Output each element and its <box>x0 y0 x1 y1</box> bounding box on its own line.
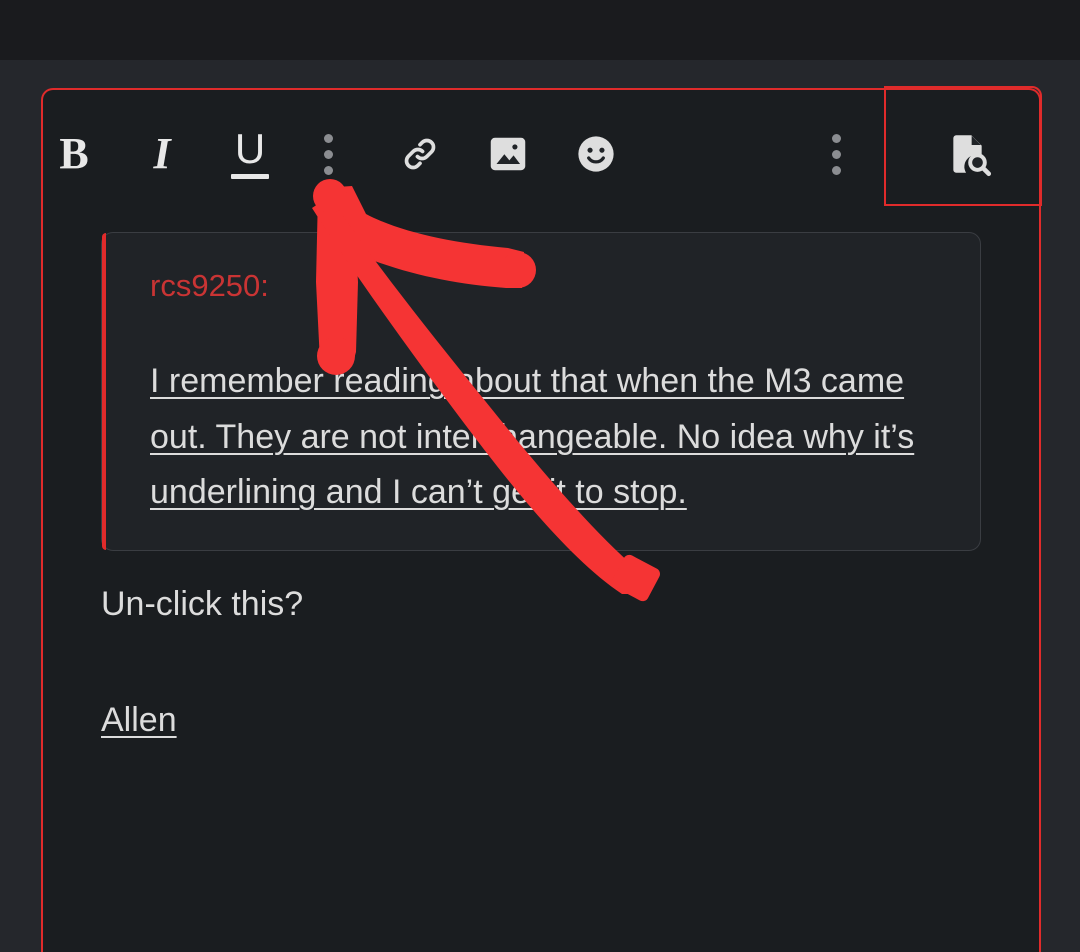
screen-root: B I U rcs9250: I remember reading about … <box>0 0 1080 952</box>
underline-button[interactable]: U <box>219 123 281 185</box>
image-icon <box>490 137 526 171</box>
paragraph-question: Un-click this? <box>101 581 979 629</box>
quote-text: I remember reading about that when the M… <box>150 362 915 511</box>
app-top-bar <box>0 0 1080 60</box>
more-vertical-icon <box>831 133 841 175</box>
paragraph-question-text: Un-click this? <box>101 585 304 624</box>
more-options-button[interactable] <box>805 123 867 185</box>
document-search-annotation-box <box>884 86 1042 206</box>
underline-bar <box>231 173 269 179</box>
signature-wrapper: Allen <box>101 697 979 745</box>
italic-icon: I <box>153 129 171 178</box>
link-icon <box>404 138 436 170</box>
bold-button[interactable]: B <box>43 123 105 185</box>
quoted-message-block: rcs9250: I remember reading about that w… <box>101 232 981 552</box>
message-editor-body[interactable]: rcs9250: I remember reading about that w… <box>43 218 1039 950</box>
insert-link-button[interactable] <box>389 123 451 185</box>
italic-button[interactable]: I <box>131 123 193 185</box>
more-vertical-icon <box>323 133 333 175</box>
quote-author: rcs9250: <box>150 268 269 303</box>
more-format-options-button[interactable] <box>297 123 359 185</box>
underline-icon: U <box>231 128 269 179</box>
emoji-smiley-icon <box>578 136 614 172</box>
insert-image-button[interactable] <box>477 123 539 185</box>
insert-emoji-button[interactable] <box>565 123 627 185</box>
bold-icon: B <box>59 129 89 178</box>
signature-text: Allen <box>101 701 177 739</box>
